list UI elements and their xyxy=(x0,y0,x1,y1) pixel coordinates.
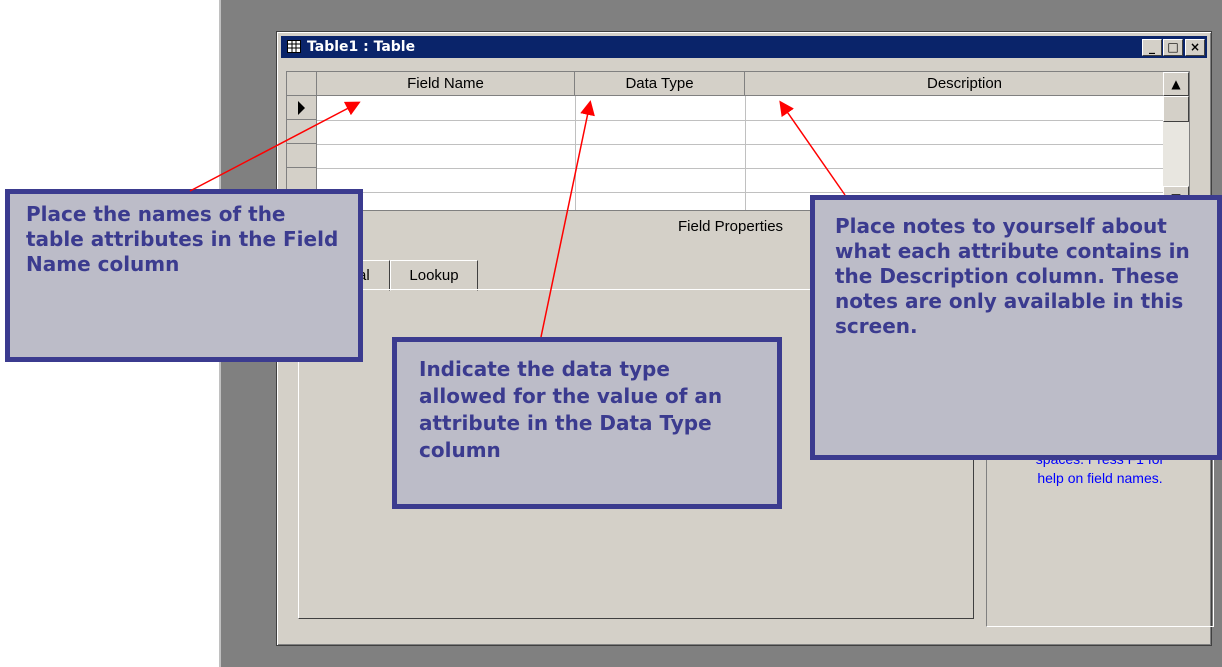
grid-row-line xyxy=(317,168,1185,169)
table-icon xyxy=(287,40,301,53)
grid-row-line xyxy=(317,120,1185,121)
row-selector[interactable] xyxy=(287,144,317,168)
field-grid: Field Name Data Type Description ▲ ▼ xyxy=(286,71,1190,211)
current-row-arrow-icon xyxy=(298,101,305,115)
maximize-button[interactable]: □ xyxy=(1163,39,1183,56)
column-header-field-name[interactable]: Field Name xyxy=(317,72,575,96)
window-title: Table1 : Table xyxy=(307,39,416,55)
close-button[interactable]: × xyxy=(1185,39,1205,56)
grid-row-line xyxy=(317,192,1185,193)
column-header-description[interactable]: Description xyxy=(745,72,1185,96)
callout-field-name: Place the names of the table attributes … xyxy=(5,189,363,362)
scroll-up-button[interactable]: ▲ xyxy=(1163,72,1189,96)
column-header-data-type[interactable]: Data Type xyxy=(575,72,745,96)
row-selector[interactable] xyxy=(287,120,317,144)
tab-lookup[interactable]: Lookup xyxy=(390,260,478,291)
callout-data-type: Indicate the data type allowed for the v… xyxy=(392,337,782,509)
grid-corner xyxy=(287,72,317,96)
scroll-thumb[interactable] xyxy=(1163,96,1189,122)
vertical-scrollbar[interactable]: ▲ ▼ xyxy=(1163,72,1189,210)
field-properties-label: Field Properties xyxy=(678,218,784,235)
minimize-button[interactable]: _ xyxy=(1142,39,1162,56)
callout-description: Place notes to yourself about what each … xyxy=(810,195,1222,460)
grid-row-line xyxy=(317,144,1185,145)
window-title-bar[interactable]: Table1 : Table _ □ × xyxy=(281,36,1207,58)
row-selector-current[interactable] xyxy=(287,96,317,120)
help-text-line: help on field names. xyxy=(1037,470,1163,486)
grid-column-line xyxy=(575,96,576,210)
grid-column-line xyxy=(745,96,746,210)
